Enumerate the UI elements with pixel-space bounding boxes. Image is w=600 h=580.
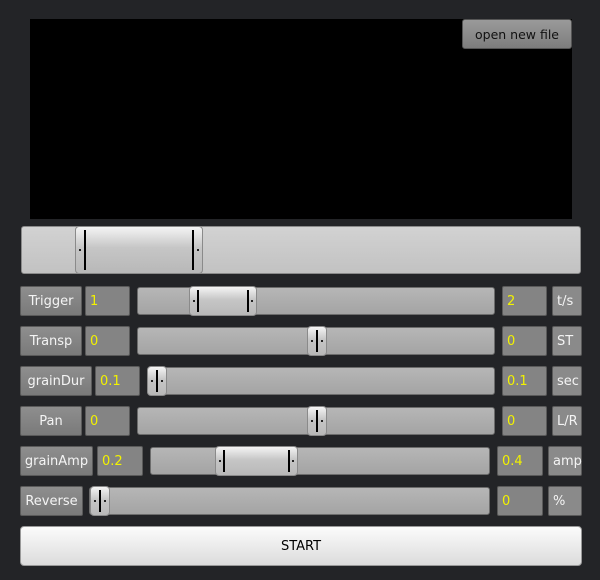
grainamp-range-thumb[interactable] <box>215 446 298 476</box>
transp-unit: ST <box>552 326 582 356</box>
transp-range-thumb[interactable] <box>307 326 327 356</box>
grainamp-label: grainAmp <box>20 446 93 476</box>
trigger-range-slider[interactable] <box>137 286 495 316</box>
transp-min-value[interactable]: 0 <box>85 326 130 356</box>
pan-unit: L/R <box>552 406 582 436</box>
trigger-max-value[interactable]: 2 <box>502 286 547 316</box>
grainamp-range-slider[interactable] <box>150 446 490 476</box>
grainamp-max-value[interactable]: 0.4 <box>497 446 543 476</box>
pan-range-thumb[interactable] <box>307 406 327 436</box>
reverse-value[interactable]: 0 <box>497 486 543 516</box>
graindur-min-value[interactable]: 0.1 <box>95 366 140 396</box>
trigger-range-thumb[interactable] <box>189 286 257 316</box>
open-new-file-button[interactable]: open new file <box>462 19 572 49</box>
pan-min-value[interactable]: 0 <box>85 406 130 436</box>
start-button[interactable]: START <box>20 526 582 566</box>
transp-label: Transp <box>20 326 82 356</box>
pan-label: Pan <box>20 406 82 436</box>
selection-range-thumb[interactable] <box>75 226 203 274</box>
graindur-label: grainDur <box>20 366 92 396</box>
grainamp-min-value[interactable]: 0.2 <box>97 446 143 476</box>
graindur-range-slider[interactable] <box>147 366 495 396</box>
transp-range-slider[interactable] <box>137 326 495 356</box>
reverse-thumb[interactable] <box>90 486 110 516</box>
graindur-unit: sec <box>552 366 582 396</box>
trigger-label: Trigger <box>20 286 82 316</box>
pan-max-value[interactable]: 0 <box>502 406 547 436</box>
trigger-unit: t/s <box>552 286 582 316</box>
pan-range-slider[interactable] <box>137 406 495 436</box>
trigger-min-value[interactable]: 1 <box>85 286 130 316</box>
selection-range-slider[interactable] <box>21 226 581 274</box>
waveform-display[interactable] <box>30 19 572 219</box>
transp-max-value[interactable]: 0 <box>502 326 547 356</box>
grainamp-unit: amp <box>548 446 582 476</box>
reverse-label: Reverse <box>20 486 83 516</box>
graindur-max-value[interactable]: 0.1 <box>502 366 547 396</box>
reverse-slider[interactable] <box>89 486 490 516</box>
reverse-unit: % <box>548 486 582 516</box>
graindur-range-thumb[interactable] <box>147 366 167 396</box>
